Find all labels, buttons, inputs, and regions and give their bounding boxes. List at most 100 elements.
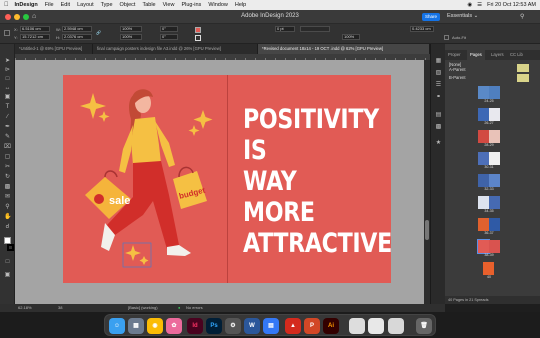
tab-cc-libraries[interactable]: CC Lib [510,50,523,60]
stroke-swatch[interactable] [195,35,201,41]
trash-icon[interactable]: 🗑 [416,318,432,334]
rectangle-frame-tool-icon[interactable]: ⌧ [4,144,11,151]
hand-tool-icon[interactable]: ✋ [4,214,11,221]
settings-icon[interactable]: ⚙ [225,318,241,334]
page-thumb[interactable] [489,240,500,253]
tab-layers[interactable]: Layers [491,50,504,60]
x-field[interactable]: 6.5106 cm [20,26,50,32]
menu-layout[interactable]: Layout [77,2,94,8]
auto-fit-checkbox[interactable] [444,35,449,40]
preview-thumb-icon[interactable] [388,318,404,334]
swatches-icon[interactable]: ▩ [435,124,442,131]
shopping-woman-illustration[interactable]: sale budget [75,85,225,275]
fill-swatch[interactable] [195,27,201,33]
tab-properties[interactable]: Proper [448,50,461,60]
page-thumb[interactable] [489,130,500,143]
gap-tool-icon[interactable]: ↔ [4,85,11,92]
page-thumb[interactable] [478,196,489,209]
stroke-type-field[interactable] [300,26,330,32]
parent-a[interactable]: A-Parent [449,67,466,72]
stroke-icon[interactable]: ▤ [435,112,442,119]
direct-selection-tool-icon[interactable]: ⊳ [4,67,11,74]
links-icon[interactable]: ⚭ [435,94,442,101]
tab-untitled[interactable]: *Untitled-1 @ 69% [GPU Preview] [15,44,93,54]
document-thumb-icon[interactable] [368,318,384,334]
type-tool-icon[interactable]: T [4,104,11,111]
page-thumb[interactable] [489,196,500,209]
pages-icon[interactable]: ▧ [435,70,442,77]
photoshop-icon[interactable]: Ps [206,318,222,334]
page-thumb[interactable] [489,86,500,99]
free-transform-tool-icon[interactable]: ↻ [4,174,11,181]
indesign-icon[interactable]: Id [187,318,203,334]
page-thumb[interactable] [478,130,489,143]
parent-a-thumb[interactable] [517,64,529,72]
shear-field[interactable]: 0° [160,34,178,40]
search-icon[interactable]: ⚲ [520,13,524,20]
fill-color-icon[interactable] [4,237,11,244]
page-thumb[interactable] [477,239,490,254]
poster-headline[interactable]: POSITIVITY IS WAY MORE ATTRACTIVE [243,104,425,259]
menu-table[interactable]: Table [142,2,155,8]
powerpoint-icon[interactable]: P [304,318,320,334]
finder-icon[interactable]: ☺ [109,318,125,334]
workspace-switcher[interactable]: Essentials ⌄ [447,13,478,19]
page-thumb[interactable] [478,218,489,231]
page-thumb[interactable] [478,174,489,187]
wifi-icon[interactable]: ◉ [467,2,472,8]
note-tool-icon[interactable]: ✉ [4,194,11,201]
parent-b[interactable]: B-Parent [449,75,466,80]
tab-pages[interactable]: Pages [467,50,485,60]
reference-point-icon[interactable] [4,30,10,36]
menu-window[interactable]: Window [208,2,228,8]
pen-tool-icon[interactable]: ✒ [4,124,11,131]
content-collector-icon[interactable]: ▣ [4,94,11,101]
page-thumb[interactable] [483,262,494,275]
width-field[interactable]: 2.5948 cm [62,26,92,32]
properties-icon[interactable]: ▦ [435,58,442,65]
pencil-tool-icon[interactable]: ✎ [4,134,11,141]
control-center-icon[interactable]: ☰ [477,2,482,8]
layers-icon[interactable]: ☰ [435,82,442,89]
stroke-weight-field[interactable]: 0 pt [275,26,295,32]
formatting-container-icon[interactable]: □ [4,259,11,266]
scroll-thumb[interactable] [425,220,429,240]
eyedropper-tool-icon[interactable]: ⚲ [4,204,11,211]
chrome-icon[interactable]: ◉ [147,318,163,334]
menu-object[interactable]: Object [120,2,136,8]
menu-file[interactable]: File [45,2,54,8]
page-tool-icon[interactable]: □ [4,76,11,83]
menu-view[interactable]: View [163,2,175,8]
word-icon[interactable]: W [244,318,260,334]
parent-b-thumb[interactable] [517,74,529,82]
menu-app-name[interactable]: InDesign [15,2,38,8]
page-thumb[interactable] [489,108,500,121]
page-number[interactable]: 38 [58,304,62,312]
screenshot-thumb-icon[interactable] [349,318,365,334]
tab-revised-document[interactable]: *Revised document 18x14 - 19 OCT .indd @… [258,44,430,54]
opacity-field[interactable]: 100% [342,34,360,40]
constrain-link-icon[interactable]: 🔗 [96,30,101,35]
stroke-color-icon[interactable] [7,244,14,251]
share-button[interactable]: Share [422,13,440,21]
scale-y-field[interactable]: 100% [120,34,142,40]
scissors-tool-icon[interactable]: ✂ [4,164,11,171]
page-thumb[interactable] [478,86,489,99]
page-thumb[interactable] [478,152,489,165]
preflight-profile[interactable]: [Basic] (working) [128,304,158,312]
files-icon[interactable]: ▤ [263,318,279,334]
acrobat-icon[interactable]: ▲ [285,318,301,334]
launchpad-icon[interactable]: ▦ [128,318,144,334]
menu-type[interactable]: Type [101,2,113,8]
selection-tool-icon[interactable]: ➤ [4,58,11,65]
menu-help[interactable]: Help [235,2,246,8]
menu-plugins[interactable]: Plug-ins [181,2,201,8]
photos-icon[interactable]: ✿ [166,318,182,334]
apple-menu-icon[interactable]:  [4,2,9,8]
menu-edit[interactable]: Edit [61,2,70,8]
height-field[interactable]: 2.0376 cm [62,34,92,40]
tab-campaign-posters[interactable]: final campaign posters indesign file A3.… [93,44,258,54]
scale-x-field[interactable]: 100% [120,26,142,32]
rectangle-tool-icon[interactable]: ▢ [4,154,11,161]
preflight-status[interactable]: No errors [186,304,203,312]
